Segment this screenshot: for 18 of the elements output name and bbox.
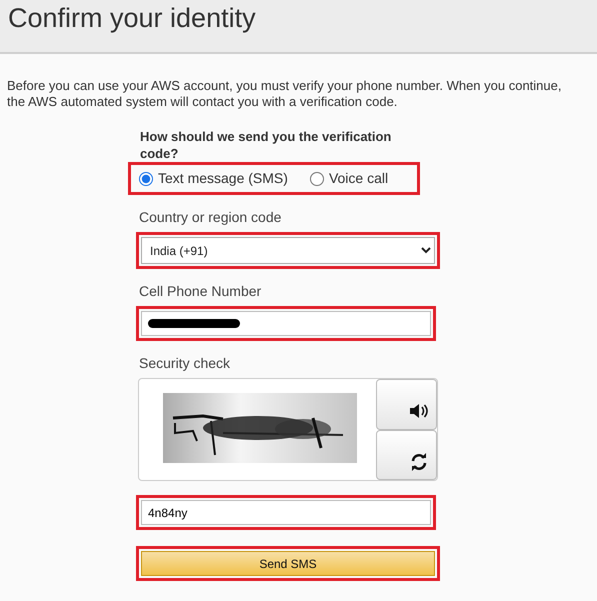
refresh-button[interactable] [376, 430, 437, 480]
intro-text: Before you can use your AWS account, you must verify your phone number. When you continue, the AWS automated system will contact you with a verification code. [6, 77, 562, 110]
country-select[interactable]: India (+91) [141, 237, 435, 264]
question-text: How should we send you the verification code? [140, 128, 392, 162]
radio-label: Voice call [328, 169, 388, 188]
speaker-icon [408, 403, 428, 420]
radio-button[interactable] [139, 172, 153, 186]
field-label: Security check [139, 354, 230, 373]
page-title: Confirm your identity [8, 2, 257, 34]
send-sms-button[interactable]: Send SMS [141, 551, 435, 576]
radio-label: Text message (SMS) [158, 169, 288, 188]
audio-button[interactable] [376, 379, 437, 430]
field-label: Country or region code [139, 208, 282, 227]
field-label: Cell Phone Number [139, 282, 262, 301]
phone-field[interactable] [141, 311, 431, 336]
refresh-icon [410, 452, 428, 471]
captcha-answer-field[interactable]: 4n84ny [141, 500, 431, 525]
radio-button[interactable] [310, 172, 324, 186]
